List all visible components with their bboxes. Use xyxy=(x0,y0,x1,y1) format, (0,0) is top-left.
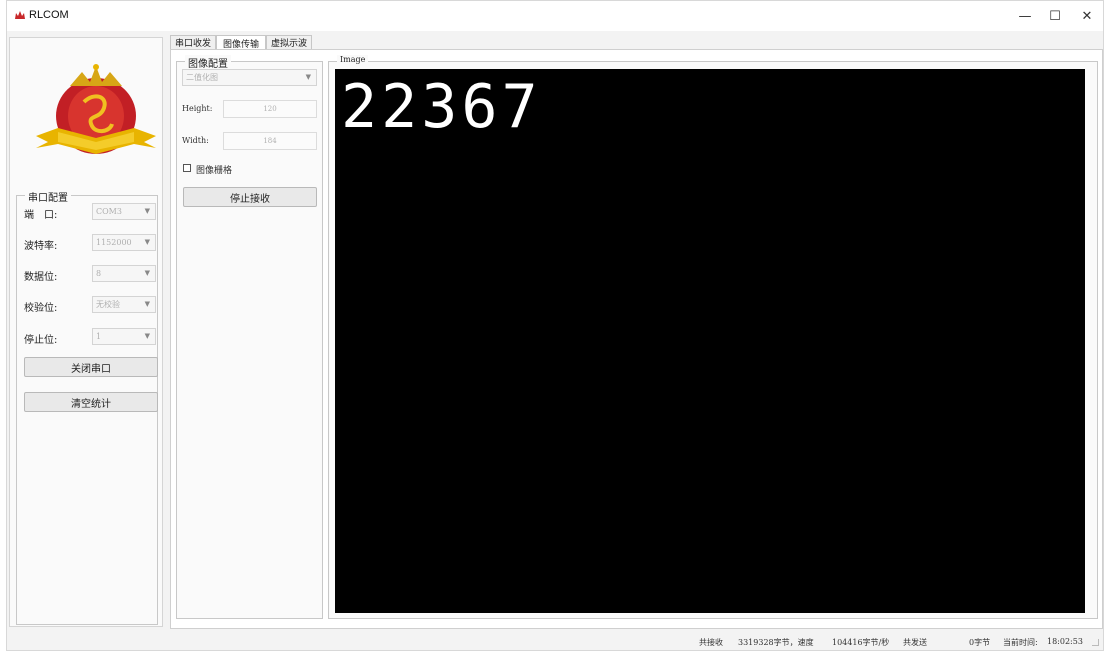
image-config-title: 图像配置 xyxy=(185,55,231,70)
baud-value: 1152000 xyxy=(96,238,132,247)
port-select[interactable]: COM3 ▼ xyxy=(92,203,156,220)
sent-value: 0字节 xyxy=(969,638,991,647)
grid-checkbox[interactable] xyxy=(183,164,191,172)
chevron-down-icon: ▼ xyxy=(144,238,150,246)
chevron-down-icon: ▼ xyxy=(305,73,311,81)
height-label: Height: xyxy=(182,104,213,113)
chevron-down-icon: ▼ xyxy=(144,269,150,277)
port-value: COM3 xyxy=(96,207,122,216)
serial-config-title: 串口配置 xyxy=(25,189,71,204)
height-input[interactable]: 120 xyxy=(223,100,317,118)
clear-stats-button[interactable]: 清空统计 xyxy=(24,392,158,412)
baud-row: 波特率: 1152000 ▼ xyxy=(24,234,160,254)
window-title: RLCOM xyxy=(29,9,69,21)
grid-label: 图像栅格 xyxy=(196,166,233,176)
parity-row: 校验位: 无校验 ▼ xyxy=(24,296,160,316)
chevron-down-icon: ▼ xyxy=(144,332,150,340)
maximize-button[interactable]: ☐ xyxy=(1037,1,1073,31)
port-label: 端 口: xyxy=(24,210,58,221)
image-mode-value: 二值化图 xyxy=(186,73,218,82)
received-value: 3319328字节，速度 xyxy=(738,638,814,647)
app-window: RLCOM — ☐ ✕ 串口配置 端 口: COM3 ▼ 波特率: 115200… xyxy=(6,0,1104,651)
close-port-button[interactable]: 关闭串口 xyxy=(24,357,158,377)
stop-bits-value: 1 xyxy=(96,332,102,341)
data-bits-row: 数据位: 8 ▼ xyxy=(24,265,160,285)
parity-value: 无校验 xyxy=(96,300,120,309)
app-crown-icon xyxy=(15,11,25,19)
stop-bits-label: 停止位: xyxy=(24,335,58,346)
image-canvas: 22367 xyxy=(335,69,1085,613)
data-bits-value: 8 xyxy=(96,269,102,278)
parity-select[interactable]: 无校验 ▼ xyxy=(92,296,156,313)
chevron-down-icon: ▼ xyxy=(144,300,150,308)
stop-receive-button[interactable]: 停止接收 xyxy=(183,187,317,207)
left-panel: 串口配置 端 口: COM3 ▼ 波特率: 1152000 ▼ 数据位: 8 ▼… xyxy=(9,37,163,627)
received-label: 共接收 xyxy=(699,638,723,647)
stop-bits-row: 停止位: 1 ▼ xyxy=(24,328,160,348)
port-row: 端 口: COM3 ▼ xyxy=(24,203,160,223)
image-group-title: Image xyxy=(337,55,369,64)
crown-logo-icon xyxy=(36,64,156,154)
sent-label: 共发送 xyxy=(903,638,927,647)
speed-value: 104416字节/秒 xyxy=(832,638,890,647)
title-bar[interactable]: RLCOM — ☐ ✕ xyxy=(7,1,1103,31)
stop-bits-select[interactable]: 1 ▼ xyxy=(92,328,156,345)
parity-label: 校验位: xyxy=(24,303,58,314)
chevron-down-icon: ▼ xyxy=(144,207,150,215)
status-bar: 共接收 3319328字节，速度 104416字节/秒 共发送 0字节 当前时间… xyxy=(7,633,1105,651)
image-displayed-text: 22367 xyxy=(341,72,542,142)
close-button[interactable]: ✕ xyxy=(1069,1,1105,31)
data-bits-label: 数据位: xyxy=(24,272,58,283)
baud-label: 波特率: xyxy=(24,241,58,252)
image-mode-select[interactable]: 二值化图 ▼ xyxy=(182,69,317,86)
tab-oscilloscope[interactable]: 虚拟示波 xyxy=(266,35,312,49)
baud-select[interactable]: 1152000 ▼ xyxy=(92,234,156,251)
tab-serial[interactable]: 串口收发 xyxy=(170,35,216,49)
time-label: 当前时间: xyxy=(1003,638,1038,647)
resize-grip-icon[interactable] xyxy=(1092,639,1099,646)
width-input[interactable]: 184 xyxy=(223,132,317,150)
tab-image-transfer[interactable]: 图像传输 xyxy=(216,35,266,50)
data-bits-select[interactable]: 8 ▼ xyxy=(92,265,156,282)
time-value: 18:02:53 xyxy=(1047,637,1083,646)
width-label: Width: xyxy=(182,136,209,145)
